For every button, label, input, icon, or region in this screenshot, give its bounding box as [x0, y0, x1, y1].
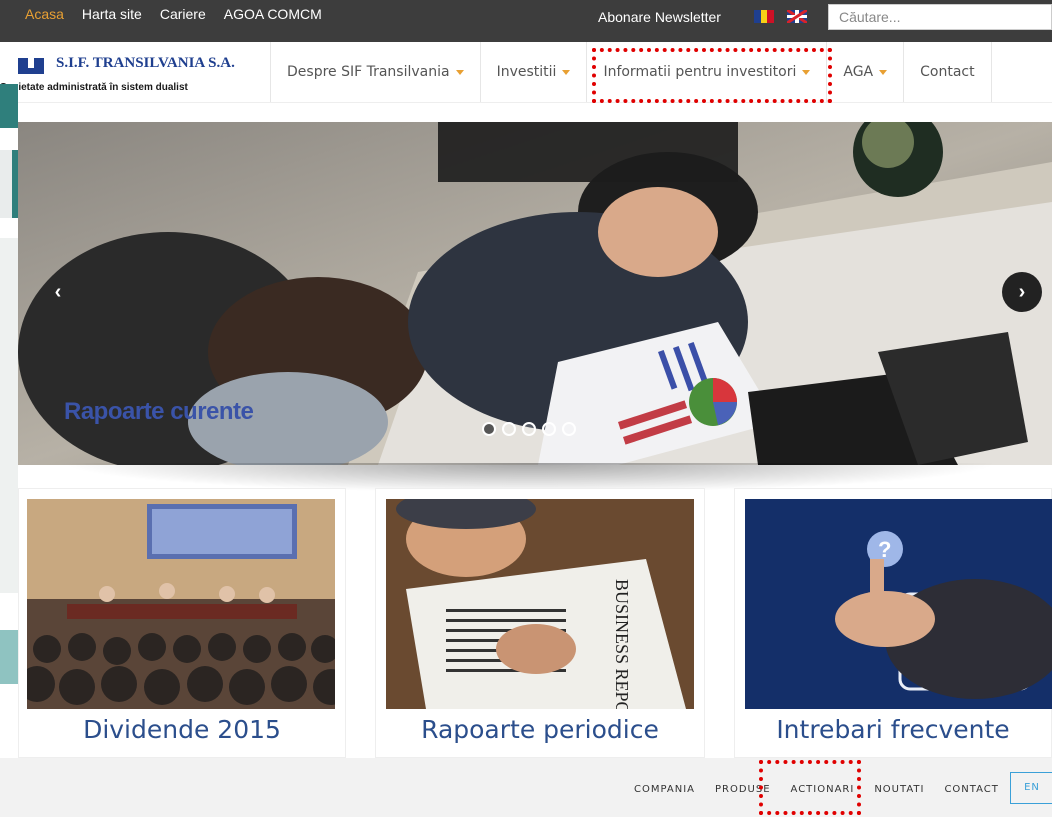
- top-link-agoa-comcm[interactable]: AGOA COMCM: [224, 6, 322, 22]
- nav-label: Despre SIF Transilvania: [287, 64, 450, 80]
- main-nav: Despre SIF Transilvania Investitii Infor…: [270, 42, 992, 102]
- nav-label: Investitii: [496, 64, 557, 80]
- background-fragment: [0, 150, 18, 218]
- caret-down-icon: [455, 69, 464, 75]
- slide-dot[interactable]: [482, 422, 496, 436]
- footer-links: COMPANIA PRODUSE ACTIONARI NOUTATI CONTA…: [634, 784, 1019, 795]
- hero-slider[interactable]: Rapoarte curente ‹ ›: [18, 122, 1052, 465]
- card-dividende[interactable]: Dividende 2015: [18, 488, 346, 758]
- nav-label: Informatii pentru investitori: [603, 64, 797, 80]
- caret-down-icon: [802, 69, 811, 75]
- card-image[interactable]: [27, 499, 335, 709]
- card-image[interactable]: BUSINESS REPORT: [386, 499, 694, 709]
- background-fragment: [0, 238, 18, 593]
- background-fragment: [0, 630, 18, 684]
- romanian-flag-icon[interactable]: [754, 10, 775, 23]
- uk-flag-icon[interactable]: [787, 10, 807, 23]
- footer-link-noutati[interactable]: NOUTATI: [874, 784, 924, 795]
- language-en-button[interactable]: EN: [1010, 772, 1052, 804]
- svg-text:BUSINESS REPORT: BUSINESS REPORT: [612, 579, 632, 709]
- card-label[interactable]: Intrebari frecvente: [735, 715, 1051, 744]
- nav-item-despre[interactable]: Despre SIF Transilvania: [270, 42, 480, 102]
- slide-dot[interactable]: [542, 422, 556, 436]
- top-links: Acasa Harta site Cariere AGOA COMCM: [25, 6, 322, 22]
- logo-subtitle: Societate administrată în sistem dualist: [0, 82, 188, 93]
- card-rapoarte-periodice[interactable]: BUSINESS REPORT Rapoarte periodice: [375, 488, 705, 758]
- top-link-acasa[interactable]: Acasa: [25, 6, 64, 22]
- footer-link-compania[interactable]: COMPANIA: [634, 784, 695, 795]
- conference-image: [27, 499, 335, 709]
- caret-down-icon: [562, 69, 571, 75]
- slide-dot[interactable]: [522, 422, 536, 436]
- nav-item-aga[interactable]: AGA: [826, 42, 903, 102]
- business-report-image: BUSINESS REPORT: [386, 499, 694, 709]
- footer-link-actionari[interactable]: ACTIONARI: [791, 784, 855, 795]
- prev-slide-icon[interactable]: ‹: [38, 272, 78, 312]
- slide-caption[interactable]: Rapoarte curente: [64, 398, 254, 426]
- nav-label: Contact: [920, 64, 975, 80]
- logo-icon[interactable]: [18, 58, 44, 74]
- card-image[interactable]: ?: [745, 499, 1052, 709]
- nav-label: AGA: [843, 64, 874, 80]
- footer-link-contact[interactable]: CONTACT: [944, 784, 998, 795]
- footer-nav: COMPANIA PRODUSE ACTIONARI NOUTATI CONTA…: [0, 758, 1052, 817]
- touch-question-image: ?: [745, 499, 1052, 709]
- search-input[interactable]: Căutare...: [828, 4, 1052, 30]
- background-fragment: [0, 84, 18, 128]
- card-intrebari-frecvente[interactable]: ? Intrebari frecvente: [734, 488, 1052, 758]
- next-slide-icon[interactable]: ›: [1002, 272, 1042, 312]
- card-label[interactable]: Dividende 2015: [19, 715, 345, 744]
- top-link-cariere[interactable]: Cariere: [160, 6, 206, 22]
- nav-item-investitii[interactable]: Investitii: [479, 42, 587, 102]
- newsletter-link[interactable]: Abonare Newsletter: [598, 9, 721, 25]
- top-link-harta-site[interactable]: Harta site: [82, 6, 142, 22]
- nav-item-contact[interactable]: Contact: [903, 42, 992, 102]
- caret-down-icon: [879, 69, 888, 75]
- slide-dot[interactable]: [562, 422, 576, 436]
- nav-item-informatii-investitori[interactable]: Informatii pentru investitori: [586, 42, 826, 102]
- footer-link-produse[interactable]: PRODUSE: [715, 784, 771, 795]
- slide-pagination: [482, 422, 576, 436]
- svg-text:?: ?: [878, 537, 891, 562]
- logo-name[interactable]: S.I.F. TRANSILVANIA S.A.: [56, 55, 235, 72]
- top-utility-bar: Acasa Harta site Cariere AGOA COMCM Abon…: [0, 0, 1052, 42]
- slide-dot[interactable]: [502, 422, 516, 436]
- card-label[interactable]: Rapoarte periodice: [376, 715, 704, 744]
